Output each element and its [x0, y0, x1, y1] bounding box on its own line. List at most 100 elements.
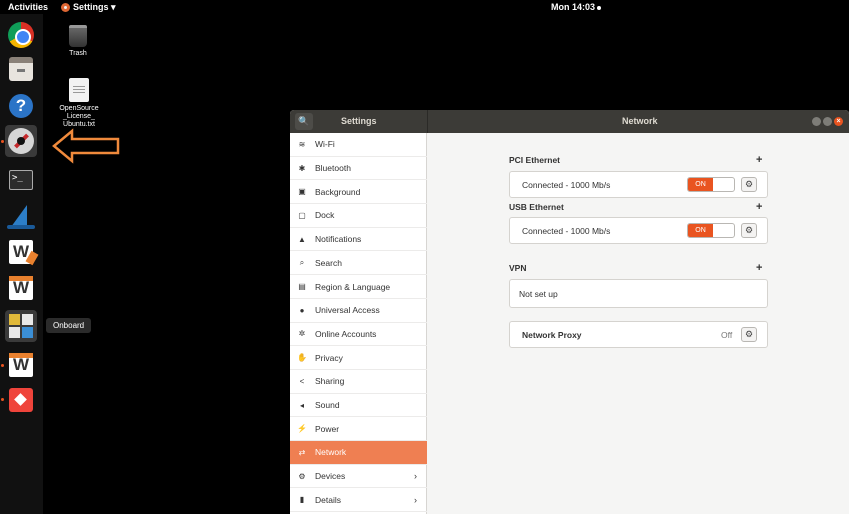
- dock-icon: ▢: [298, 210, 306, 220]
- bluetooth-icon: ✱: [298, 163, 306, 173]
- sidebar-item-universal-access[interactable]: ● Universal Access: [290, 299, 427, 323]
- gear-icon: ⚙: [744, 329, 754, 339]
- gear-icon: ⚙: [744, 179, 754, 189]
- pci-ethernet-row: Connected - 1000 Mb/s ON ⚙: [509, 171, 768, 198]
- sidebar-item-notifications[interactable]: ▲ Notifications: [290, 228, 427, 252]
- sidebar-item-label: Privacy: [315, 352, 343, 363]
- dock-tooltip: Onboard: [46, 318, 92, 333]
- settings-window: 🔍 Settings Network × ≋ Wi-Fi ✱ Bluetooth ▣…: [290, 110, 849, 514]
- add-pci-connection-button[interactable]: +: [756, 154, 762, 166]
- anydesk-icon: [9, 388, 33, 412]
- dock-wps[interactable]: W: [5, 349, 37, 381]
- sidebar-item-devices[interactable]: ⚙ Devices ›: [290, 465, 427, 489]
- license-label: OpenSource _License_ Ubuntu.txt: [59, 105, 99, 128]
- clock-label: Mon 14:03: [551, 2, 596, 12]
- sidebar-item-wifi[interactable]: ≋ Wi-Fi: [290, 133, 427, 157]
- notification-dot-icon: [597, 5, 602, 10]
- sidebar-item-label: Network: [315, 447, 347, 458]
- settings-sidebar: ≋ Wi-Fi ✱ Bluetooth ▣ Background ▢ Dock ▲ Not…: [290, 133, 427, 514]
- window-titlebar[interactable]: 🔍 Settings Network ×: [290, 110, 849, 133]
- settings-icon: [8, 128, 34, 154]
- sidebar-item-label: Wi-Fi: [315, 139, 335, 150]
- chrome-icon: [8, 22, 34, 48]
- sidebar-item-background[interactable]: ▣ Background: [290, 180, 427, 205]
- running-indicator: [1, 140, 4, 143]
- sidebar-item-label: Online Accounts: [315, 328, 377, 339]
- dock-files[interactable]: [5, 53, 37, 85]
- usb-ethernet-toggle[interactable]: ON: [687, 223, 735, 238]
- sidebar-item-online-accounts[interactable]: ✲ Online Accounts: [290, 323, 427, 347]
- activities-button[interactable]: Activities: [8, 2, 48, 12]
- sidebar-item-bluetooth[interactable]: ✱ Bluetooth: [290, 157, 427, 181]
- proxy-label: Network Proxy: [522, 330, 582, 340]
- clock[interactable]: Mon 14:03: [551, 2, 602, 12]
- running-indicator: [1, 398, 4, 401]
- text-file-icon: [69, 78, 89, 102]
- hand-icon: ✋: [297, 353, 307, 363]
- usb-ethernet-row: Connected - 1000 Mb/s ON ⚙: [509, 217, 768, 244]
- sidebar-item-search[interactable]: ⌕ Search: [290, 252, 427, 276]
- terminal-icon: >_: [9, 170, 33, 190]
- add-vpn-button[interactable]: +: [756, 262, 762, 274]
- desktop-trash[interactable]: Trash: [52, 25, 104, 58]
- close-button[interactable]: ×: [834, 117, 843, 126]
- maximize-button[interactable]: [823, 117, 832, 126]
- search-button[interactable]: 🔍: [295, 113, 313, 130]
- dock-wps-writer[interactable]: W: [5, 236, 39, 268]
- sidebar-item-label: Universal Access: [315, 305, 380, 316]
- vpn-status: Not set up: [519, 289, 558, 299]
- search-icon: ⌕: [299, 257, 305, 267]
- network-proxy-row[interactable]: Network Proxy Off ⚙: [509, 321, 768, 348]
- sidebar-item-dock[interactable]: ▢ Dock: [290, 204, 427, 228]
- sidebar-item-sound[interactable]: ◂ Sound: [290, 394, 427, 418]
- wireshark-icon: [7, 203, 35, 229]
- wifi-icon: ≋: [298, 139, 306, 149]
- minimize-button[interactable]: [812, 117, 821, 126]
- dock-chrome[interactable]: [5, 19, 37, 51]
- add-usb-connection-button[interactable]: +: [756, 201, 762, 213]
- dock-wps-office[interactable]: W: [5, 272, 37, 304]
- sidebar-item-network[interactable]: ⇄ Network: [290, 441, 427, 465]
- sidebar-item-privacy[interactable]: ✋ Privacy: [290, 346, 427, 370]
- usb-settings-button[interactable]: ⚙: [741, 223, 757, 238]
- pci-ethernet-toggle[interactable]: ON: [687, 177, 735, 192]
- dock-onboard[interactable]: [5, 310, 37, 342]
- annotation-arrow-left-icon: [52, 128, 120, 164]
- sidebar-item-label: Background: [315, 186, 361, 197]
- background-icon: ▣: [298, 187, 306, 197]
- pci-settings-button[interactable]: ⚙: [741, 177, 757, 192]
- dock: ? >_ W W W: [0, 14, 43, 514]
- sidebar-item-label: Power: [315, 423, 340, 434]
- vpn-heading: VPN: [509, 263, 527, 273]
- sidebar-item-label: Search: [315, 257, 342, 268]
- wps-writer-icon: W: [9, 240, 39, 266]
- sidebar-item-label: Dock: [315, 210, 335, 221]
- sidebar-item-power[interactable]: ⚡ Power: [290, 417, 427, 442]
- sidebar-item-label: Region & Language: [315, 281, 391, 292]
- accessibility-icon: ●: [299, 305, 305, 315]
- top-bar: Activities Settings ▾ Mon 14:03: [0, 0, 849, 14]
- usb-ethernet-heading: USB Ethernet: [509, 202, 564, 212]
- sidebar-item-details[interactable]: ▮ Details ›: [290, 489, 427, 513]
- running-indicator: [1, 364, 4, 367]
- sidebar-item-label: Bluetooth: [315, 163, 351, 174]
- close-icon: ×: [836, 118, 841, 125]
- proxy-value: Off: [721, 330, 733, 340]
- dock-terminal[interactable]: >_: [5, 164, 37, 196]
- dock-settings[interactable]: [5, 125, 37, 157]
- toggle-on-label: ON: [688, 224, 713, 237]
- app-menu[interactable]: Settings ▾: [61, 2, 116, 13]
- sidebar-item-region-language[interactable]: ▤ Region & Language: [290, 275, 427, 299]
- dock-help[interactable]: ?: [5, 90, 37, 122]
- proxy-settings-button[interactable]: ⚙: [741, 327, 757, 342]
- onboard-icon: [9, 314, 33, 338]
- sidebar-item-label: Notifications: [315, 234, 362, 245]
- desktop-license-file[interactable]: OpenSource _License_ Ubuntu.txt: [53, 78, 105, 129]
- sidebar-item-sharing[interactable]: < Sharing: [290, 370, 427, 394]
- details-icon: ▮: [299, 495, 305, 505]
- network-panel: PCI Ethernet + Connected - 1000 Mb/s ON …: [428, 133, 849, 514]
- page-title: Network: [622, 116, 658, 126]
- dock-anydesk[interactable]: [5, 384, 37, 416]
- dock-wireshark[interactable]: [5, 200, 37, 232]
- sidebar-item-label: Details: [315, 494, 341, 505]
